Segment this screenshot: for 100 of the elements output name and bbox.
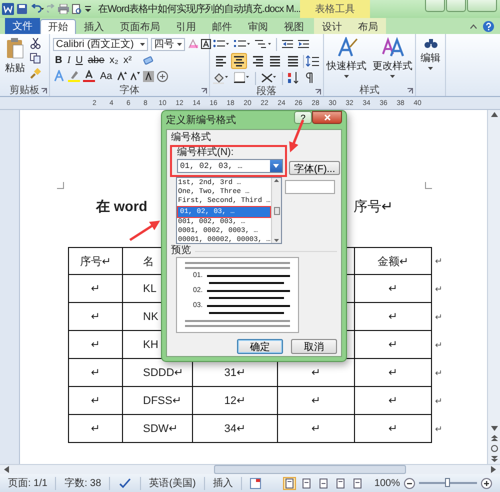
superscript-button[interactable]: x² bbox=[121, 53, 134, 67]
ribbon-tab[interactable]: 开始 bbox=[40, 19, 76, 34]
undo-icon[interactable] bbox=[30, 4, 44, 14]
spell-check-icon[interactable] bbox=[118, 477, 132, 489]
paintbrush-icon[interactable] bbox=[30, 68, 41, 79]
group-label: 剪贴板 bbox=[10, 84, 40, 97]
page-count[interactable]: 页面: 1/1 bbox=[8, 476, 48, 490]
ribbon-tab[interactable]: 邮件 bbox=[204, 19, 240, 34]
scroll-thumb-icon[interactable] bbox=[274, 206, 280, 214]
ribbon-tab[interactable]: 设计 bbox=[314, 19, 350, 34]
previous-page-icon[interactable] bbox=[490, 435, 498, 441]
view-mode-icon[interactable] bbox=[301, 478, 312, 488]
scroll-down-icon[interactable] bbox=[274, 239, 279, 242]
scroll-down-icon[interactable] bbox=[490, 426, 498, 431]
number-style-dropdown[interactable]: 01, 02, 03, … bbox=[177, 159, 283, 173]
ok-button[interactable]: 确定 bbox=[237, 339, 283, 354]
eraser-icon[interactable] bbox=[142, 54, 154, 66]
bold-button[interactable]: B bbox=[53, 53, 64, 67]
copy-icon[interactable] bbox=[30, 53, 41, 64]
scroll-left-icon[interactable] bbox=[4, 466, 9, 473]
ribbon-tab[interactable]: 布局 bbox=[350, 19, 386, 34]
bullet-list-icon[interactable] bbox=[213, 39, 229, 49]
enclosed-char-icon[interactable] bbox=[157, 70, 168, 82]
font-size-field[interactable]: 四号 bbox=[151, 38, 185, 50]
font-color-icon[interactable] bbox=[83, 70, 95, 82]
scroll-up-icon[interactable] bbox=[490, 112, 498, 117]
macro-record-icon[interactable] bbox=[250, 478, 261, 488]
editing-button[interactable]: 编辑 bbox=[418, 37, 442, 96]
collapse-ribbon-icon[interactable] bbox=[470, 24, 477, 28]
customize-caret-icon[interactable] bbox=[85, 5, 91, 13]
browse-object-icon[interactable] bbox=[490, 445, 498, 452]
sort-icon[interactable] bbox=[288, 72, 300, 84]
grow-font-icon[interactable] bbox=[117, 71, 128, 81]
font-button[interactable]: 字体(F)... bbox=[289, 161, 340, 175]
underline-button[interactable]: U bbox=[74, 53, 85, 67]
print-preview-icon[interactable] bbox=[72, 4, 82, 14]
printer-icon[interactable] bbox=[58, 4, 69, 14]
save-icon[interactable] bbox=[17, 4, 27, 14]
styles-button[interactable]: 更改样式 bbox=[370, 37, 414, 84]
align-left-icon[interactable] bbox=[215, 55, 227, 67]
scroll-right-icon[interactable] bbox=[491, 466, 496, 473]
close-button[interactable] bbox=[312, 111, 342, 124]
minimize-button[interactable] bbox=[425, 0, 445, 12]
dialog-launcher-icon[interactable] bbox=[407, 88, 413, 94]
word-count[interactable]: 字数: 38 bbox=[64, 476, 102, 490]
shrink-font-icon[interactable] bbox=[130, 71, 140, 81]
char-border-icon[interactable] bbox=[201, 39, 211, 49]
ribbon-tab[interactable]: 引用 bbox=[168, 19, 204, 34]
increase-indent-icon[interactable] bbox=[298, 39, 309, 49]
dialog-launcher-icon[interactable] bbox=[41, 88, 47, 94]
char-shading-icon[interactable] bbox=[143, 70, 154, 82]
scroll-up-icon[interactable] bbox=[274, 179, 279, 182]
borders-icon[interactable] bbox=[234, 72, 250, 84]
multilevel-list-icon[interactable] bbox=[255, 39, 271, 49]
dialog-launcher-icon[interactable] bbox=[201, 88, 207, 94]
pilcrow-icon[interactable] bbox=[305, 72, 314, 84]
next-page-icon[interactable] bbox=[490, 456, 498, 462]
change-styles-icon bbox=[382, 37, 404, 57]
ribbon-tab[interactable]: 视图 bbox=[276, 19, 312, 34]
decrease-indent-icon[interactable] bbox=[282, 39, 293, 49]
distribute-icon[interactable] bbox=[287, 55, 299, 67]
asian-layout-icon[interactable] bbox=[261, 72, 277, 84]
justify-icon[interactable] bbox=[269, 55, 281, 67]
preview-label: 预览 bbox=[171, 245, 191, 257]
view-mode-icon[interactable] bbox=[335, 478, 346, 488]
ribbon-tab[interactable]: 插入 bbox=[76, 19, 112, 34]
cancel-button[interactable]: 取消 bbox=[291, 339, 337, 354]
align-center-icon[interactable] bbox=[233, 55, 245, 67]
subscript-button[interactable]: x₂ bbox=[108, 53, 120, 67]
ribbon-tab[interactable]: 审阅 bbox=[240, 19, 276, 34]
view-mode-icon[interactable] bbox=[352, 478, 364, 488]
align-right-icon[interactable] bbox=[251, 55, 263, 67]
numbered-list-icon[interactable] bbox=[234, 39, 250, 49]
maximize-button[interactable] bbox=[446, 0, 466, 12]
strikethrough-button[interactable]: abe bbox=[86, 53, 106, 67]
zoom-in-icon[interactable] bbox=[481, 478, 492, 488]
zoom-level[interactable]: 100% bbox=[374, 478, 400, 488]
insert-mode-indicator[interactable]: 插入 bbox=[212, 476, 233, 490]
language-indicator[interactable]: 英语(美国) bbox=[149, 476, 196, 490]
line-spacing-icon[interactable] bbox=[306, 55, 322, 67]
ribbon-tab[interactable]: 页面布局 bbox=[112, 19, 168, 34]
word-logo-icon[interactable] bbox=[2, 3, 14, 15]
styles-button[interactable]: 快速样式 bbox=[324, 37, 368, 84]
text-effects-icon[interactable] bbox=[53, 70, 65, 82]
scrollbar-thumb[interactable] bbox=[214, 465, 406, 474]
dropdown-caret-icon[interactable] bbox=[140, 42, 145, 46]
italic-button[interactable]: I bbox=[65, 53, 73, 67]
dialog-launcher-icon[interactable] bbox=[315, 89, 321, 95]
scissors-icon[interactable] bbox=[30, 38, 41, 49]
shading-bucket-icon[interactable] bbox=[213, 72, 229, 84]
view-mode-icon[interactable] bbox=[284, 478, 296, 488]
change-case-button[interactable]: Aa bbox=[98, 69, 114, 83]
view-mode-icon[interactable] bbox=[318, 478, 330, 488]
number-format-field[interactable] bbox=[285, 180, 335, 194]
zoom-out-icon[interactable] bbox=[404, 478, 415, 488]
file-tab[interactable]: 文件 bbox=[5, 18, 40, 34]
font-name-field[interactable]: Calibri (西文正文) bbox=[53, 38, 148, 50]
help-icon[interactable] bbox=[483, 20, 494, 32]
dropdown-caret-icon[interactable] bbox=[177, 42, 182, 46]
paste-button[interactable]: 粘贴 bbox=[3, 37, 27, 84]
